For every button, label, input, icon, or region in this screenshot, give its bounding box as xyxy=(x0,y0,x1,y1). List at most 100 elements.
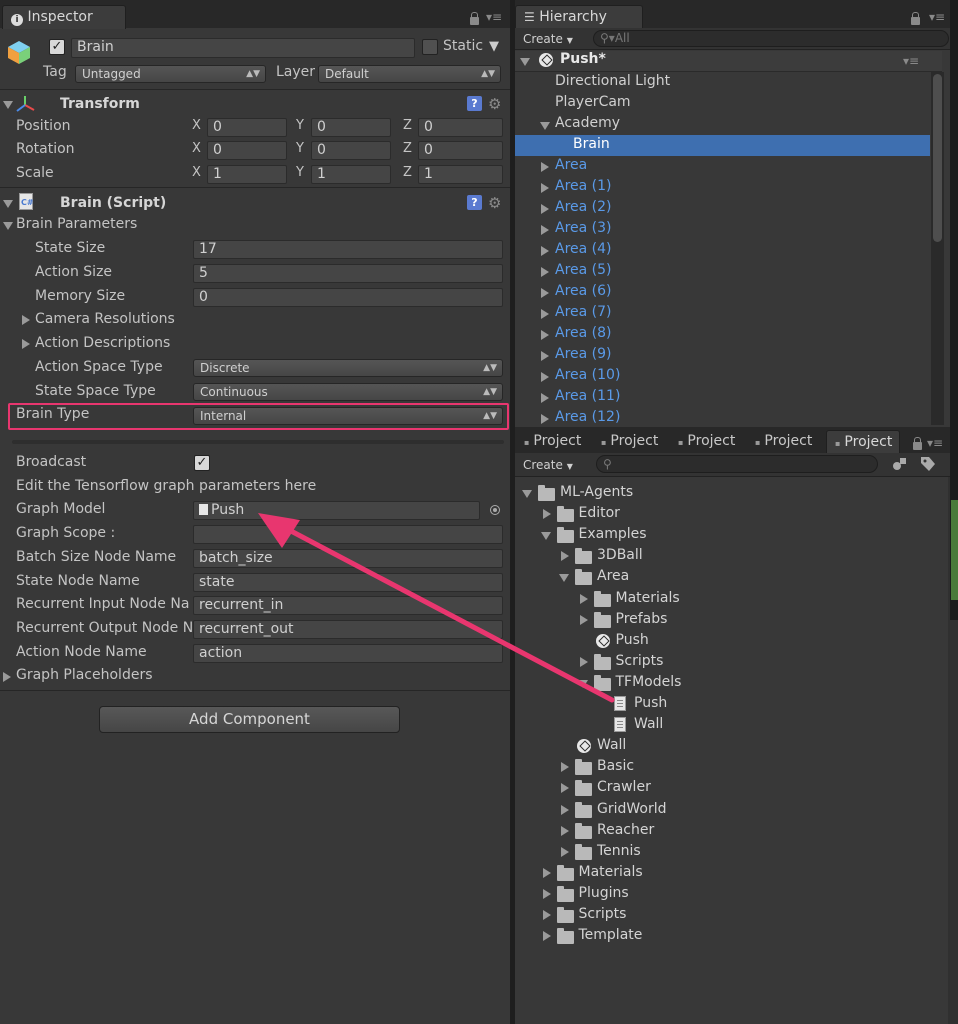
project-item[interactable]: Materials xyxy=(579,864,643,880)
project-item[interactable]: ML-Agents xyxy=(560,484,633,500)
foldout-arrow[interactable] xyxy=(579,614,588,625)
object-picker-icon[interactable] xyxy=(490,505,500,515)
help-icon[interactable]: ? xyxy=(467,96,482,111)
transform-position-z-field[interactable]: 0 xyxy=(418,118,503,137)
state-node-field[interactable]: state xyxy=(193,573,503,592)
foldout-arrow[interactable] xyxy=(541,330,549,340)
foldout-arrow[interactable] xyxy=(561,783,569,794)
foldout-arrow[interactable] xyxy=(541,246,549,256)
foldout-arrow[interactable] xyxy=(541,309,549,319)
gear-icon[interactable]: ⚙ xyxy=(488,95,501,113)
tab-hierarchy[interactable]: ☰ Hierarchy xyxy=(515,5,643,29)
foldout-arrow[interactable] xyxy=(541,267,549,277)
hierarchy-item[interactable]: Academy xyxy=(555,115,620,131)
hierarchy-item[interactable]: Area xyxy=(555,157,587,173)
project-item[interactable]: GridWorld xyxy=(597,801,667,817)
tab-project[interactable]: ▪ Project xyxy=(747,430,825,453)
foldout-arrow[interactable] xyxy=(541,372,549,382)
foldout-arrow[interactable] xyxy=(541,414,549,424)
filter-by-label-icon[interactable] xyxy=(920,456,936,472)
hierarchy-item[interactable]: Area (5) xyxy=(555,262,612,278)
hierarchy-item[interactable]: PlayerCam xyxy=(555,94,631,110)
batch-size-field[interactable]: batch_size xyxy=(193,549,503,568)
transform-rotation-y-field[interactable]: 0 xyxy=(311,141,391,160)
lock-icon[interactable] xyxy=(911,12,920,25)
scene-foldout-arrow[interactable] xyxy=(520,58,530,66)
project-item[interactable]: Template xyxy=(579,927,643,943)
project-item[interactable]: Prefabs xyxy=(616,611,668,627)
project-item[interactable]: TFModels xyxy=(616,674,682,690)
foldout-arrow[interactable] xyxy=(579,656,588,667)
static-checkbox[interactable] xyxy=(422,39,438,55)
hierarchy-search-input[interactable]: ⚲▾All xyxy=(593,30,949,47)
foldout-arrow[interactable] xyxy=(561,825,569,836)
foldout-arrow[interactable] xyxy=(541,162,549,172)
hierarchy-item[interactable]: Area (1) xyxy=(555,178,612,194)
brain-type-dropdown[interactable]: Internal ▲▼ xyxy=(193,407,503,425)
project-item[interactable]: Plugins xyxy=(579,885,629,901)
tag-dropdown[interactable]: Untagged ▲▼ xyxy=(75,65,266,83)
transform-position-y-field[interactable]: 0 xyxy=(311,118,391,137)
foldout-arrow[interactable] xyxy=(577,679,588,688)
filter-by-type-icon[interactable] xyxy=(892,457,908,471)
foldout-arrow[interactable] xyxy=(522,490,532,498)
hierarchy-item[interactable]: Area (4) xyxy=(555,241,612,257)
foldout-arrow[interactable] xyxy=(542,910,551,920)
transform-rotation-z-field[interactable]: 0 xyxy=(418,141,503,160)
foldout-arrow[interactable] xyxy=(541,351,549,361)
camera-resolutions-label[interactable]: Camera Resolutions xyxy=(35,311,175,327)
foldout-arrow[interactable] xyxy=(542,888,551,899)
hierarchy-item[interactable]: Brain xyxy=(573,136,610,152)
panel-menu-icon[interactable]: ▾≡ xyxy=(486,10,502,24)
hierarchy-create-button[interactable]: Create ▼ xyxy=(523,31,583,48)
hierarchy-item[interactable]: Area (11) xyxy=(555,388,620,404)
foldout-arrow[interactable] xyxy=(540,122,550,130)
hierarchy-item[interactable]: Area (8) xyxy=(555,325,612,341)
tab-project[interactable]: ▪ Project xyxy=(670,430,748,453)
project-item[interactable]: Materials xyxy=(616,590,680,606)
tab-inspector[interactable]: i Inspector xyxy=(2,5,126,29)
layer-dropdown[interactable]: Default ▲▼ xyxy=(318,65,501,83)
state-space-dropdown[interactable]: Continuous ▲▼ xyxy=(193,383,503,401)
foldout-arrow[interactable] xyxy=(561,762,569,773)
state-size-field[interactable]: 17 xyxy=(193,240,503,259)
project-item[interactable]: Tennis xyxy=(597,843,641,859)
tab-project[interactable]: ▪ Project xyxy=(826,430,900,454)
project-item[interactable]: Scripts xyxy=(579,906,627,922)
hierarchy-item[interactable]: Area (10) xyxy=(555,367,620,383)
project-item[interactable]: Wall xyxy=(634,716,663,732)
project-item[interactable]: Scripts xyxy=(616,653,664,669)
tab-project[interactable]: ▪ Project xyxy=(516,430,594,453)
lock-icon[interactable] xyxy=(470,12,479,25)
project-item[interactable]: Push xyxy=(634,695,667,711)
hierarchy-item[interactable]: Area (3) xyxy=(555,220,612,236)
graph-placeholders-label[interactable]: Graph Placeholders xyxy=(16,667,153,683)
project-item[interactable]: Area xyxy=(597,568,629,584)
gear-icon[interactable]: ⚙ xyxy=(488,194,501,212)
graph-model-field[interactable]: Push xyxy=(193,501,480,520)
active-checkbox[interactable]: ✓ xyxy=(49,39,65,55)
foldout-arrow[interactable] xyxy=(561,551,569,562)
brain-params-foldout-arrow[interactable] xyxy=(3,222,13,230)
static-dropdown-icon[interactable]: ▼ xyxy=(489,39,499,54)
transform-rotation-x-field[interactable]: 0 xyxy=(207,141,287,160)
foldout-arrow[interactable] xyxy=(542,867,551,878)
transform-scale-z-field[interactable]: 1 xyxy=(418,165,503,184)
panel-menu-icon[interactable]: ▾≡ xyxy=(929,10,945,24)
action-space-dropdown[interactable]: Discrete ▲▼ xyxy=(193,359,503,377)
recurrent-output-field[interactable]: recurrent_out xyxy=(193,620,503,639)
transform-scale-y-field[interactable]: 1 xyxy=(311,165,391,184)
hierarchy-item[interactable]: Area (12) xyxy=(555,409,620,425)
project-item[interactable]: Basic xyxy=(597,758,634,774)
project-item[interactable]: Examples xyxy=(579,526,647,542)
graph-scope-field[interactable] xyxy=(193,525,503,544)
foldout-arrow[interactable] xyxy=(541,393,549,403)
project-search-input[interactable]: ⚲ xyxy=(596,455,878,473)
scrollbar-thumb[interactable] xyxy=(933,74,942,242)
tab-project[interactable]: ▪ Project xyxy=(593,430,671,453)
transform-scale-x-field[interactable]: 1 xyxy=(207,165,287,184)
project-item[interactable]: Reacher xyxy=(597,822,654,838)
transform-foldout-arrow[interactable] xyxy=(3,101,13,109)
project-create-button[interactable]: Create ▼ xyxy=(523,457,583,474)
hierarchy-item[interactable]: Area (9) xyxy=(555,346,612,362)
